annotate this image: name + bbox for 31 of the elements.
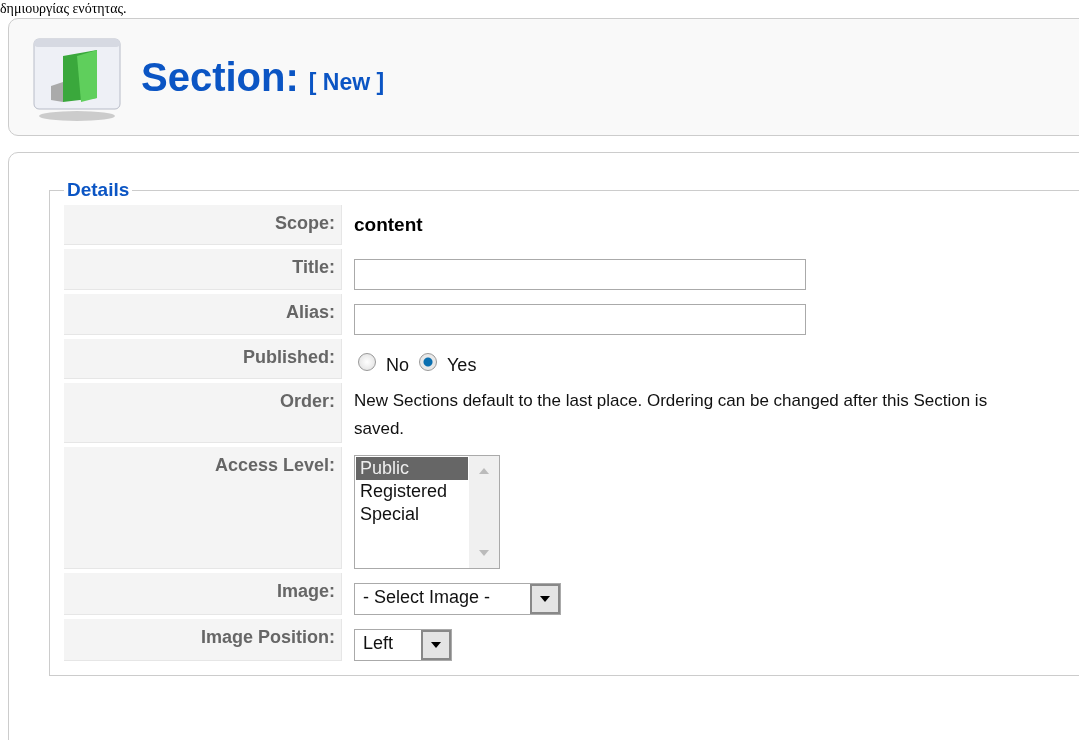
list-option[interactable]: Special	[356, 503, 468, 526]
field-label: Title:	[64, 249, 342, 290]
page-subtitle: [ New ]	[308, 68, 385, 96]
radio-label: Yes	[447, 355, 477, 376]
intro-text: δημιουργίας ενότητας.	[0, 0, 128, 18]
scope-value: content	[354, 213, 423, 236]
radio-button[interactable]	[419, 353, 437, 371]
field-label: Published:	[64, 339, 342, 379]
list-option[interactable]: Registered	[356, 480, 468, 503]
caret-icon	[431, 642, 442, 648]
list-option[interactable]: Public	[356, 457, 468, 480]
dropdown[interactable]: Left	[354, 629, 453, 661]
field-label: Order:	[64, 383, 342, 443]
up-arrow-icon	[479, 468, 489, 474]
field-label: Access Level:	[64, 447, 342, 569]
field-label: Alias:	[64, 294, 342, 335]
dropdown[interactable]: - Select Image -	[354, 583, 562, 615]
caret-icon	[540, 596, 551, 602]
field-label: Scope:	[64, 205, 342, 245]
field-label: Image:	[64, 573, 342, 615]
radio-label: No	[386, 355, 409, 376]
text-input[interactable]	[354, 259, 806, 290]
folder-icon	[33, 38, 121, 122]
down-arrow-icon	[479, 550, 489, 556]
text-input[interactable]	[354, 304, 806, 335]
radio-button[interactable]	[358, 353, 376, 371]
access-listbox[interactable]: Public Registered Special	[354, 455, 500, 569]
fieldset-legend: Details	[64, 179, 133, 201]
field-label: Image Position:	[64, 619, 342, 661]
page-title: Section:	[141, 54, 299, 100]
order-note: New Sections default to the last place. Ordering can be changed after this Section is saved.	[354, 390, 989, 440]
